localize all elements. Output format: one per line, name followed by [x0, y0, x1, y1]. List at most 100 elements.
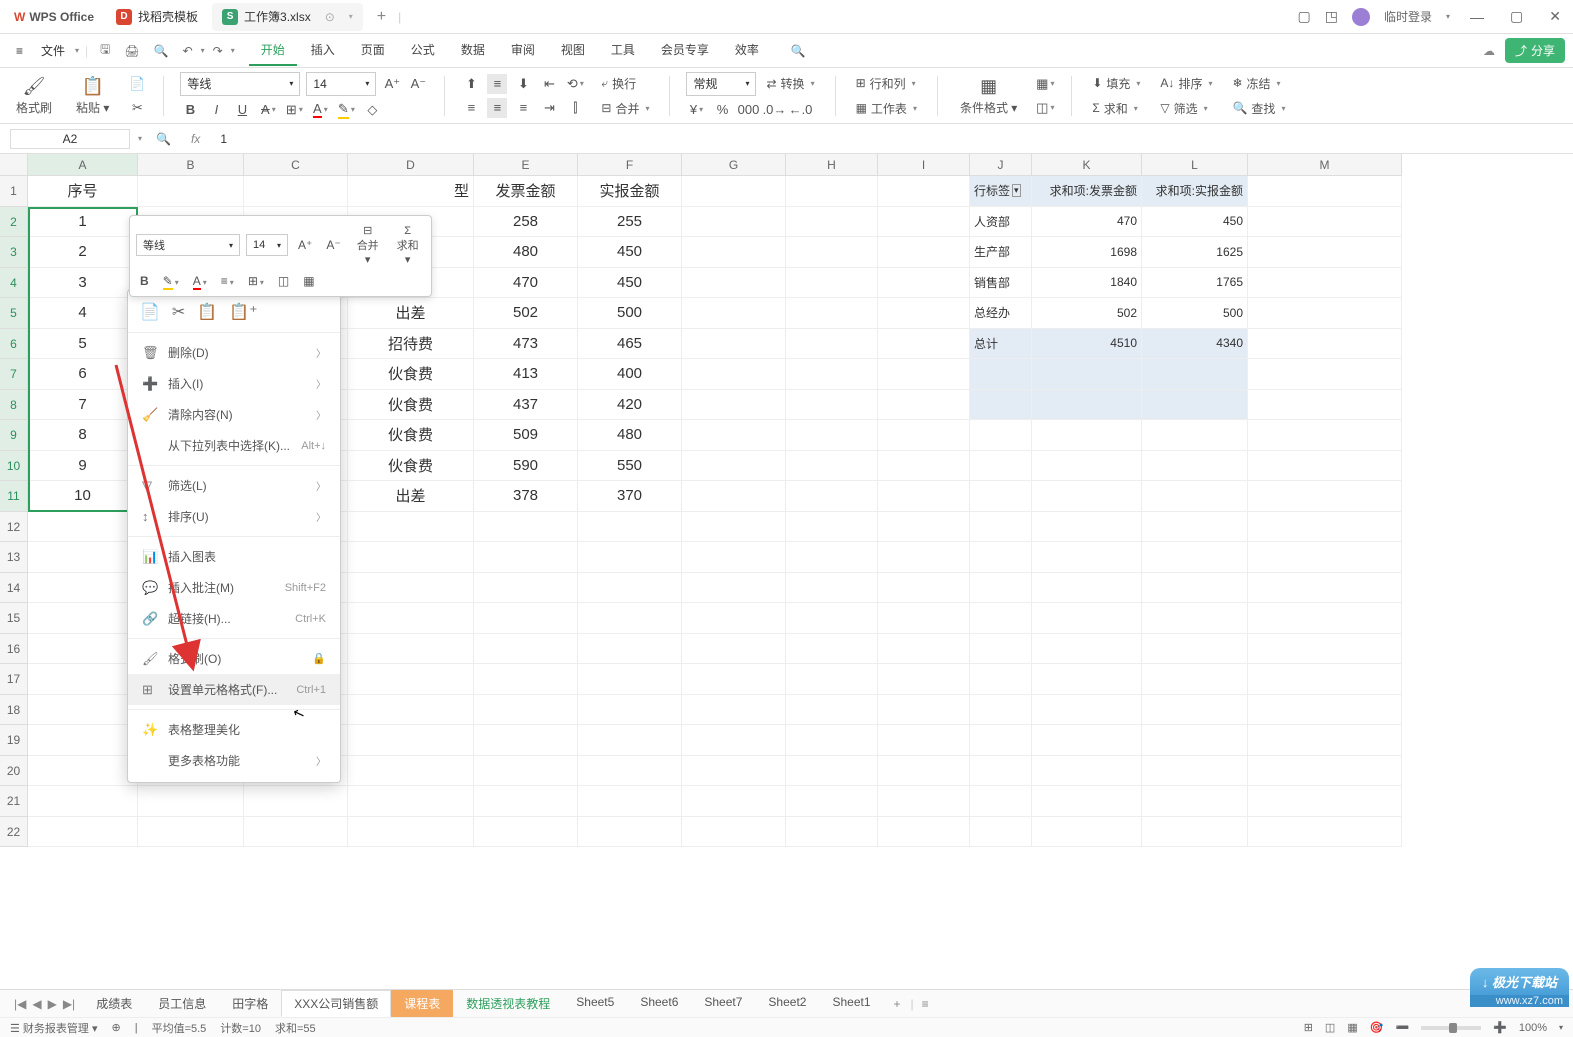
mini-font-color[interactable]: A: [189, 272, 211, 290]
ctx-item-12[interactable]: 更多表格功能〉: [128, 745, 340, 776]
empty-cell[interactable]: [682, 420, 786, 451]
pivot-l-0[interactable]: 450: [1142, 207, 1248, 238]
empty-cell[interactable]: [682, 451, 786, 482]
empty-cell[interactable]: [1248, 786, 1402, 817]
empty-cell[interactable]: [786, 542, 878, 573]
empty-cell[interactable]: [1032, 603, 1142, 634]
empty-cell[interactable]: [878, 359, 970, 390]
col-header-C[interactable]: C: [244, 154, 348, 176]
empty-cell[interactable]: [682, 634, 786, 665]
save-icon[interactable]: 🖫: [94, 36, 116, 65]
empty-cell[interactable]: [970, 634, 1032, 665]
empty-cell[interactable]: [970, 603, 1032, 634]
pivot-label-4[interactable]: 总计: [970, 329, 1032, 360]
empty-cell[interactable]: [244, 176, 348, 207]
comma-icon[interactable]: 000: [738, 100, 758, 120]
cell-e4[interactable]: 470: [474, 268, 578, 299]
empty-cell[interactable]: [682, 725, 786, 756]
sheet-list-icon[interactable]: ≡: [916, 997, 935, 1011]
row-header-14[interactable]: 14: [0, 573, 28, 604]
empty-cell[interactable]: [682, 237, 786, 268]
empty-cell[interactable]: [474, 695, 578, 726]
empty-cell[interactable]: [970, 817, 1032, 848]
empty-cell[interactable]: [1248, 512, 1402, 543]
empty-cell[interactable]: [682, 786, 786, 817]
pivot-l-3[interactable]: 500: [1142, 298, 1248, 329]
search-icon[interactable]: 🔍: [791, 44, 806, 58]
empty-cell[interactable]: [786, 817, 878, 848]
bold-icon[interactable]: B: [180, 100, 200, 120]
empty-cell[interactable]: [1032, 786, 1142, 817]
col-header-K[interactable]: K: [1032, 154, 1142, 176]
mini-merge[interactable]: ⊟合并 ▾: [351, 222, 385, 268]
empty-cell[interactable]: [348, 756, 474, 787]
wrap-button[interactable]: ⤶ 换行: [597, 73, 653, 94]
empty-cell[interactable]: [878, 664, 970, 695]
col-header-A[interactable]: A: [28, 154, 138, 176]
pivot-k-2[interactable]: 1840: [1032, 268, 1142, 299]
align-top-icon[interactable]: ⬆: [461, 74, 481, 94]
empty-cell[interactable]: [348, 542, 474, 573]
view-read-icon[interactable]: 🎯: [1370, 1021, 1384, 1034]
empty-cell[interactable]: [1248, 451, 1402, 482]
empty-cell[interactable]: [786, 451, 878, 482]
empty-cell[interactable]: [878, 542, 970, 573]
view-layout-icon[interactable]: ▦: [1347, 1021, 1357, 1034]
filter-button[interactable]: ▽ 筛选: [1156, 98, 1216, 119]
empty-cell[interactable]: [878, 298, 970, 329]
empty-cell[interactable]: [1142, 786, 1248, 817]
empty-cell[interactable]: [578, 603, 682, 634]
empty-cell[interactable]: [682, 817, 786, 848]
align-middle-icon[interactable]: ≡: [487, 74, 507, 94]
row-header-6[interactable]: 6: [0, 329, 28, 360]
menu-tab-9[interactable]: 效率: [723, 35, 771, 66]
cell-f4[interactable]: 450: [578, 268, 682, 299]
sheet-prev-icon[interactable]: ◀: [32, 997, 41, 1011]
align-bottom-icon[interactable]: ⬇: [513, 74, 533, 94]
empty-cell[interactable]: [28, 603, 138, 634]
ctx-paste-icon[interactable]: 📋: [197, 302, 217, 322]
menu-tab-1[interactable]: 插入: [299, 35, 347, 66]
empty-cell[interactable]: [28, 634, 138, 665]
empty-cell[interactable]: [1248, 817, 1402, 848]
empty-cell[interactable]: [786, 512, 878, 543]
empty-cell[interactable]: [138, 817, 244, 848]
percent-icon[interactable]: %: [712, 100, 732, 120]
col-header-J[interactable]: J: [970, 154, 1032, 176]
empty-cell[interactable]: [1142, 481, 1248, 512]
row-header-2[interactable]: 2: [0, 207, 28, 238]
empty-cell[interactable]: [348, 573, 474, 604]
row-header-20[interactable]: 20: [0, 756, 28, 787]
cond-format-button[interactable]: ▦条件格式 ▾: [954, 74, 1023, 118]
empty-cell[interactable]: [878, 268, 970, 299]
mini-style1[interactable]: ◫: [274, 272, 293, 290]
mini-font-family[interactable]: 等线▾: [136, 234, 240, 256]
empty-cell[interactable]: [578, 695, 682, 726]
clear-format-icon[interactable]: ◇: [362, 100, 382, 120]
cell-a2[interactable]: 1: [28, 207, 138, 238]
align-center-icon[interactable]: ≡: [487, 98, 507, 118]
empty-cell[interactable]: [682, 512, 786, 543]
col-header-M[interactable]: M: [1248, 154, 1402, 176]
empty-cell[interactable]: [1142, 634, 1248, 665]
empty-cell[interactable]: [682, 329, 786, 360]
cell-e2[interactable]: 258: [474, 207, 578, 238]
empty-cell[interactable]: [786, 573, 878, 604]
empty-cell[interactable]: [1142, 573, 1248, 604]
empty-cell[interactable]: [1142, 542, 1248, 573]
cell-a11[interactable]: 10: [28, 481, 138, 512]
empty-cell[interactable]: [878, 420, 970, 451]
cell-f5[interactable]: 500: [578, 298, 682, 329]
empty-cell[interactable]: [682, 268, 786, 299]
empty-cell[interactable]: [1032, 664, 1142, 695]
add-tab-button[interactable]: +: [371, 8, 392, 26]
undo-icon[interactable]: ↶: [177, 40, 199, 62]
empty-cell[interactable]: [878, 695, 970, 726]
cloud-icon[interactable]: ☁: [1483, 44, 1495, 58]
empty-cell[interactable]: [28, 817, 138, 848]
row-header-17[interactable]: 17: [0, 664, 28, 695]
empty-cell[interactable]: [878, 573, 970, 604]
sheet-last-icon[interactable]: ▶|: [63, 997, 75, 1011]
empty-cell[interactable]: [970, 786, 1032, 817]
empty-cell[interactable]: [786, 268, 878, 299]
